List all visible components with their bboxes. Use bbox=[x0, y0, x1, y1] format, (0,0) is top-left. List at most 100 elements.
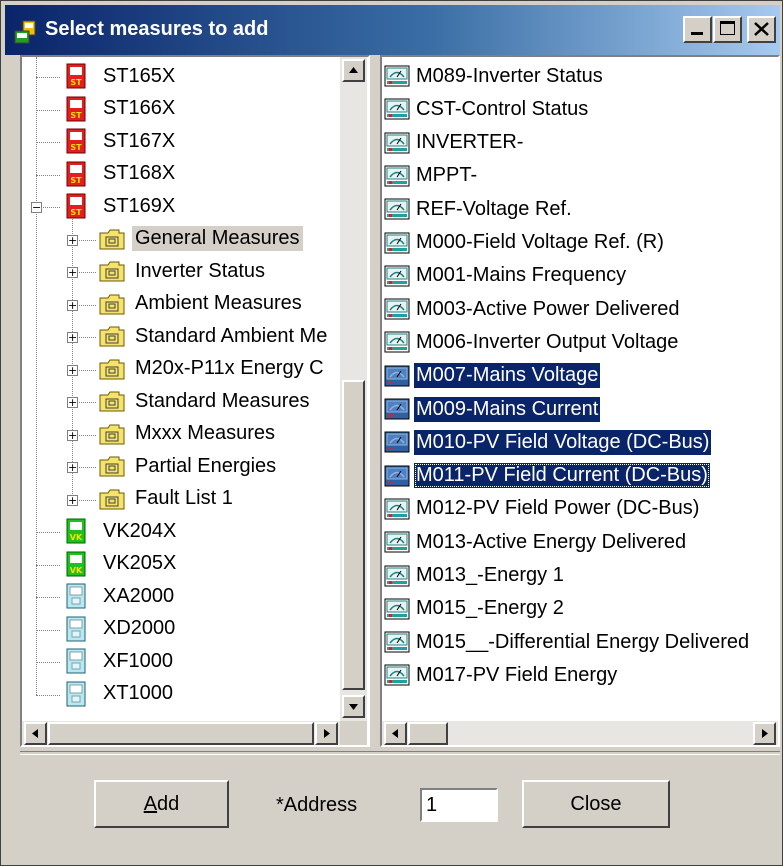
measure-item[interactable]: M007-Mains Voltage bbox=[384, 361, 601, 391]
measure-item[interactable]: M009-Mains Current bbox=[384, 394, 601, 424]
expand-icon[interactable]: + bbox=[67, 364, 78, 376]
measure-item[interactable]: M011-PV Field Current (DC-Bus) bbox=[384, 461, 710, 491]
tree-scroll-right-button[interactable] bbox=[315, 722, 338, 745]
add-button[interactable]: Add bbox=[94, 780, 229, 828]
measure-item[interactable]: M006-Inverter Output Voltage bbox=[384, 327, 680, 357]
address-input[interactable] bbox=[420, 788, 498, 822]
svg-text:ST: ST bbox=[70, 176, 82, 185]
device-st-icon: ST bbox=[62, 63, 90, 89]
measure-item-label: M015_-Energy 2 bbox=[416, 597, 564, 620]
tree-item[interactable]: VK VK205X bbox=[62, 549, 179, 579]
tree-item[interactable]: ST ST169X bbox=[62, 191, 178, 221]
tree-item[interactable]: Ambient Measures bbox=[98, 289, 305, 319]
tree-scroll-up-button[interactable] bbox=[342, 59, 365, 82]
tree-item[interactable]: ST ST167X bbox=[62, 126, 178, 156]
measure-item-label: M001-Mains Frequency bbox=[416, 264, 627, 287]
measure-item[interactable]: M000-Field Voltage Ref. (R) bbox=[384, 228, 666, 258]
measure-item[interactable]: M003-Active Power Delivered bbox=[384, 294, 681, 324]
expand-icon[interactable]: + bbox=[67, 234, 78, 246]
address-label: *Address bbox=[276, 794, 358, 816]
close-window-button[interactable] bbox=[747, 16, 776, 43]
measures-scroll-right-button[interactable] bbox=[753, 722, 776, 745]
collapse-icon[interactable]: − bbox=[31, 202, 42, 213]
tree-item[interactable]: XT1000 bbox=[62, 679, 176, 709]
tree-connector bbox=[36, 532, 60, 533]
title-bar[interactable]: Select measures to add bbox=[5, 5, 780, 55]
expand-icon[interactable]: + bbox=[67, 299, 78, 311]
tree-root-line bbox=[36, 57, 37, 695]
measure-item-label: M006-Inverter Output Voltage bbox=[416, 330, 679, 353]
tree-item[interactable]: Fault List 1 bbox=[98, 484, 236, 514]
tree-item[interactable]: ST ST166X bbox=[62, 94, 178, 124]
expand-icon[interactable]: + bbox=[67, 494, 78, 506]
tree-item[interactable]: ST ST165X bbox=[62, 61, 178, 91]
measure-item[interactable]: M017-PV Field Energy bbox=[384, 660, 619, 690]
maximize-button[interactable] bbox=[713, 16, 742, 43]
folder-icon bbox=[98, 228, 126, 250]
tree-item[interactable]: XA2000 bbox=[62, 581, 177, 611]
measure-item[interactable]: CST-Control Status bbox=[384, 94, 590, 124]
measures-list-pane[interactable]: M089-Inverter Status CST-Control Status … bbox=[380, 55, 780, 747]
measure-item-label: M013-Active Energy Delivered bbox=[416, 530, 687, 553]
tree-item[interactable]: M20x-P11x Energy C bbox=[98, 354, 327, 384]
tree-item[interactable]: Partial Energies bbox=[98, 451, 279, 481]
minimize-button[interactable] bbox=[683, 16, 712, 43]
tree-item-label: ST166X bbox=[103, 97, 176, 119]
tree-hscroll-thumb[interactable] bbox=[48, 722, 314, 745]
tree-item-label: Standard Ambient Me bbox=[135, 324, 328, 347]
measure-item[interactable]: M012-PV Field Power (DC-Bus) bbox=[384, 494, 701, 524]
expand-icon[interactable]: + bbox=[67, 462, 78, 473]
folder-icon bbox=[98, 423, 126, 445]
tree-item[interactable]: Mxxx Measures bbox=[98, 419, 278, 449]
close-button[interactable]: Close bbox=[522, 780, 670, 828]
arrow-right-icon bbox=[762, 729, 768, 738]
measure-item[interactable]: M015_-Energy 2 bbox=[384, 594, 566, 624]
expand-icon[interactable]: + bbox=[67, 397, 78, 408]
tree-scroll-left-button[interactable] bbox=[24, 722, 47, 745]
tree-connector bbox=[36, 662, 60, 663]
expand-icon[interactable]: + bbox=[67, 332, 78, 343]
measure-item[interactable]: INVERTER- bbox=[384, 128, 525, 158]
svg-text:VK: VK bbox=[70, 533, 83, 542]
svg-text:VK: VK bbox=[70, 566, 83, 575]
measures-scroll-left-button[interactable] bbox=[384, 722, 407, 745]
tree-scroll-thumb[interactable] bbox=[342, 380, 365, 690]
measure-item[interactable]: REF-Voltage Ref. bbox=[384, 194, 574, 224]
tree-item[interactable]: Inverter Status bbox=[98, 256, 268, 286]
tree-connector bbox=[36, 597, 60, 598]
measure-item[interactable]: MPPT- bbox=[384, 161, 479, 191]
tree-item[interactable]: Standard Ambient Me bbox=[98, 321, 330, 351]
expand-icon[interactable]: + bbox=[67, 267, 78, 278]
footer-separator bbox=[20, 751, 780, 755]
tree-horizontal-scrollbar[interactable] bbox=[22, 721, 340, 745]
measure-item[interactable]: M089-Inverter Status bbox=[384, 61, 605, 91]
tree-item-label: XT1000 bbox=[103, 682, 174, 704]
tree-item-label: Mxxx Measures bbox=[135, 422, 276, 444]
measure-item[interactable]: M010-PV Field Voltage (DC-Bus) bbox=[384, 427, 712, 457]
measure-item-label: REF-Voltage Ref. bbox=[416, 197, 572, 220]
measures-hscroll-thumb[interactable] bbox=[408, 722, 448, 745]
device-st-icon: ST bbox=[62, 128, 90, 154]
measures-horizontal-scrollbar[interactable] bbox=[382, 721, 778, 745]
tree-item[interactable]: General Measures bbox=[98, 224, 303, 254]
arrow-left-icon bbox=[32, 729, 38, 738]
tree-item[interactable]: XD2000 bbox=[62, 614, 178, 644]
expand-icon[interactable]: + bbox=[67, 429, 78, 441]
tree-vertical-scrollbar[interactable] bbox=[340, 57, 367, 721]
measure-item-label: M009-Mains Current bbox=[414, 396, 601, 422]
tree-scroll-down-button[interactable] bbox=[342, 695, 365, 718]
arrow-left-icon bbox=[392, 729, 398, 738]
tree-item[interactable]: XF1000 bbox=[62, 646, 176, 676]
measure-item[interactable]: M013_-Energy 1 bbox=[384, 561, 566, 591]
tree-item[interactable]: ST ST168X bbox=[62, 159, 178, 189]
tree-item[interactable]: VK VK204X bbox=[62, 516, 179, 546]
measure-item[interactable]: M001-Mains Frequency bbox=[384, 261, 628, 291]
measure-item-label: M003-Active Power Delivered bbox=[416, 297, 680, 320]
device-tree-pane[interactable]: ST ST165X ST ST166X ST ST167X ST ST168X … bbox=[20, 55, 370, 747]
meter-icon bbox=[384, 65, 410, 87]
device-x-icon bbox=[62, 681, 90, 707]
measure-item[interactable]: M015__-Differential Energy Delivered bbox=[384, 627, 751, 657]
tree-item[interactable]: Standard Measures bbox=[98, 386, 313, 416]
measure-item[interactable]: M013-Active Energy Delivered bbox=[384, 527, 688, 557]
folder-icon bbox=[98, 390, 126, 412]
